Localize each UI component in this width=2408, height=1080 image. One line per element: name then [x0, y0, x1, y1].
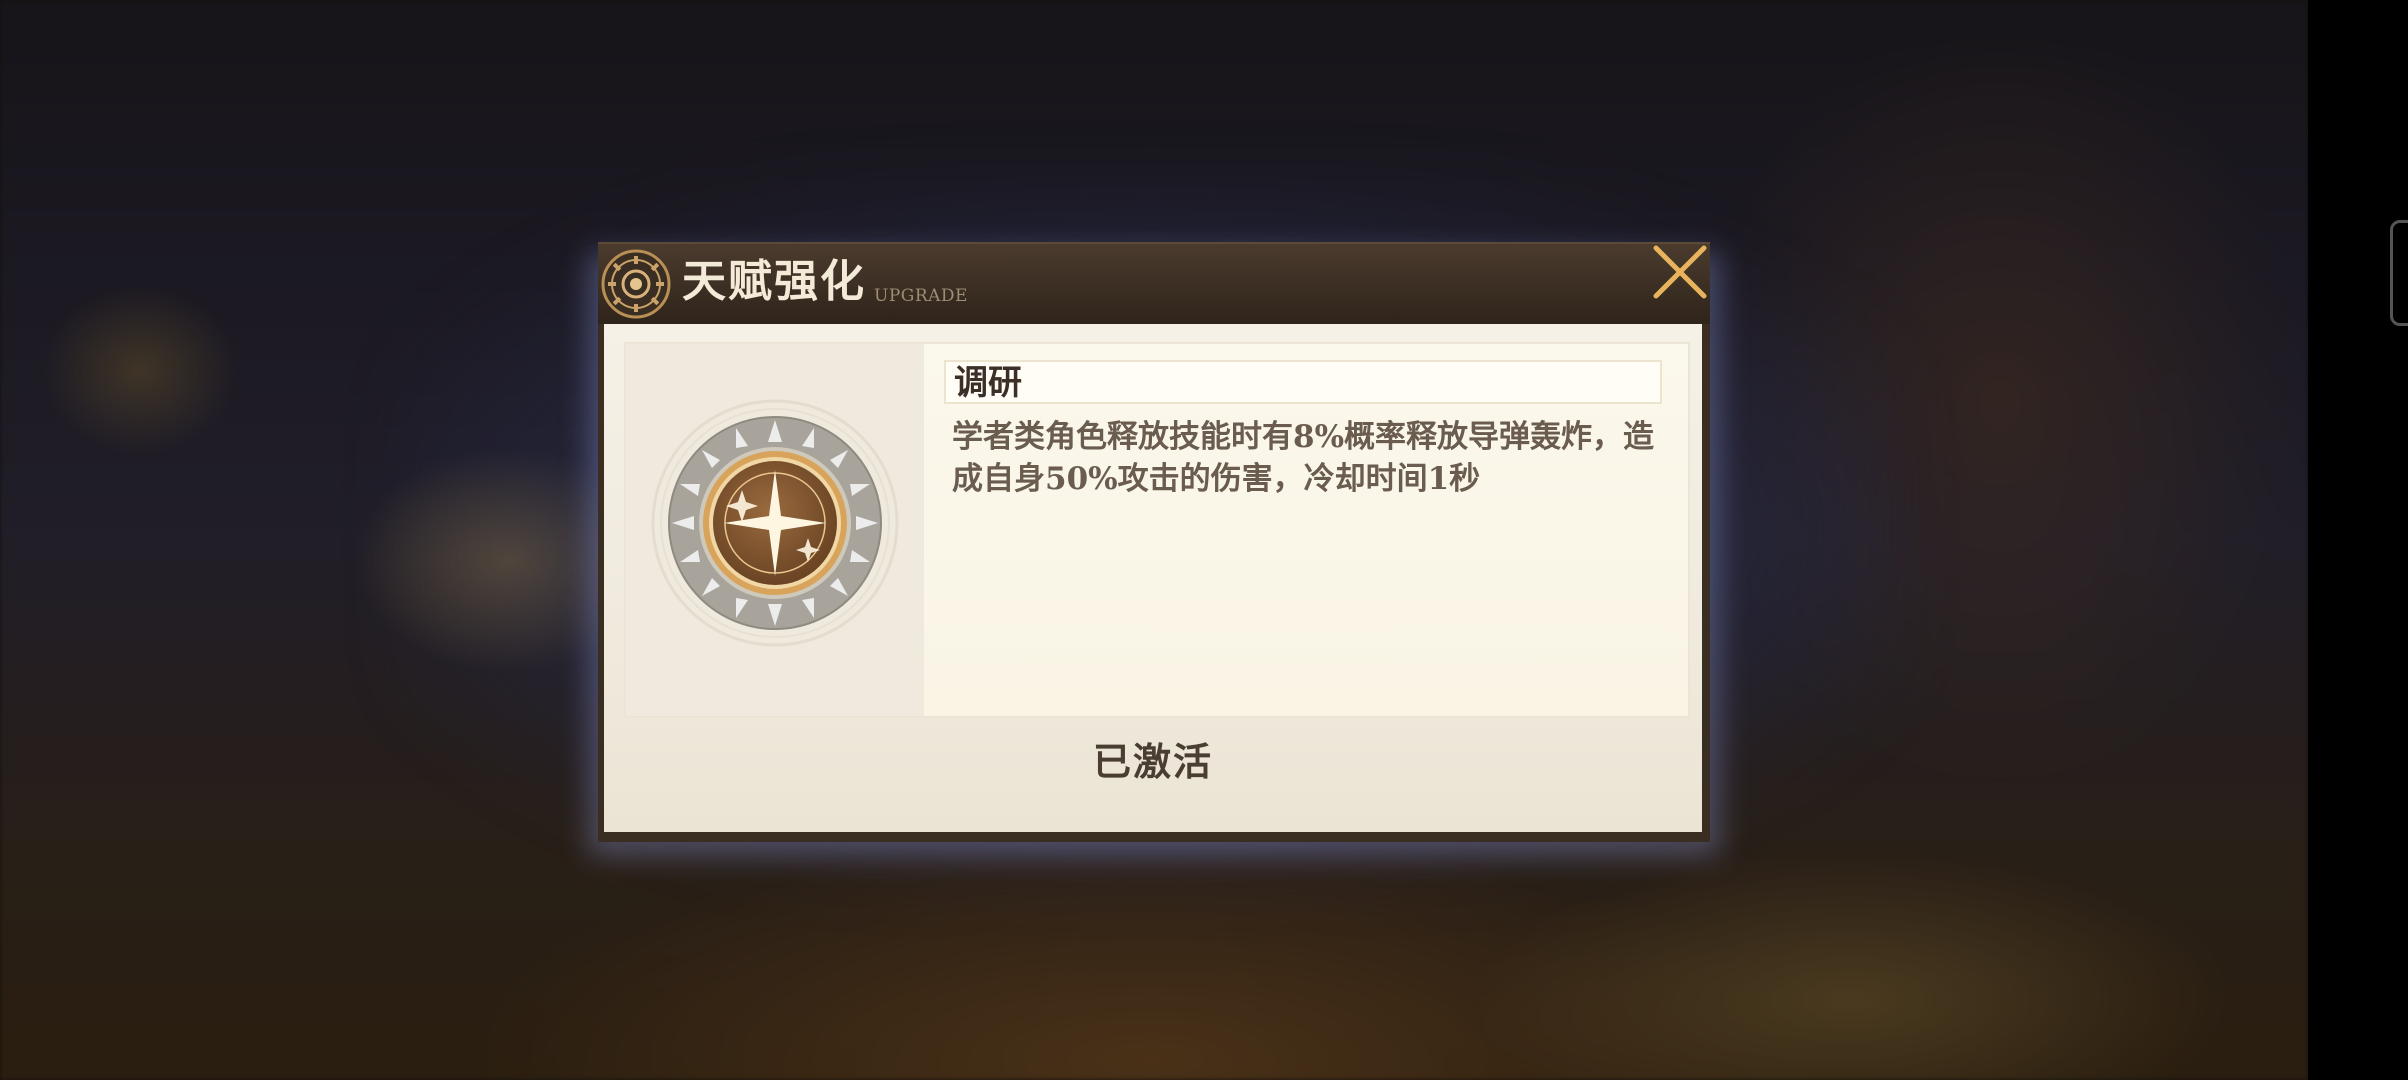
dialog-subtitle: UPGRADE	[874, 286, 968, 306]
screen-edge-bar	[2308, 0, 2408, 1080]
talent-name: 调研	[954, 363, 1022, 403]
close-icon[interactable]	[1650, 242, 1710, 302]
game-screen: 调研 学者类角色释放技能时有8%概率释放导弹轰炸，造成自身50%攻击的伤害，冷却…	[0, 0, 2408, 1080]
dialog-title: 天赋强化	[682, 256, 866, 307]
talent-info-panel: 调研 学者类角色释放技能时有8%概率释放导弹轰炸，造成自身50%攻击的伤害，冷却…	[924, 344, 1688, 716]
talent-upgrade-dialog: 调研 学者类角色释放技能时有8%概率释放导弹轰炸，造成自身50%攻击的伤害，冷却…	[588, 242, 1720, 856]
dialog-body-frame: 调研 学者类角色释放技能时有8%概率释放导弹轰炸，造成自身50%攻击的伤害，冷却…	[598, 322, 1710, 842]
talent-emblem-icon	[601, 249, 671, 319]
talent-description: 学者类角色释放技能时有8%概率释放导弹轰炸，造成自身50%攻击的伤害，冷却时间1…	[952, 419, 1655, 497]
dialog-header: 天赋强化 UPGRADE	[598, 242, 1710, 324]
talent-card: 调研 学者类角色释放技能时有8%概率释放导弹轰炸，造成自身50%攻击的伤害，冷却…	[626, 344, 1688, 716]
edge-tab-handle[interactable]	[2390, 220, 2408, 326]
dialog-body: 调研 学者类角色释放技能时有8%概率释放导弹轰炸，造成自身50%攻击的伤害，冷却…	[604, 324, 1702, 832]
talent-name-bar: 调研	[944, 360, 1662, 404]
activation-status: 已激活	[1092, 739, 1213, 784]
talent-icon-panel	[626, 344, 924, 716]
sparkle-compass-icon	[651, 399, 899, 647]
